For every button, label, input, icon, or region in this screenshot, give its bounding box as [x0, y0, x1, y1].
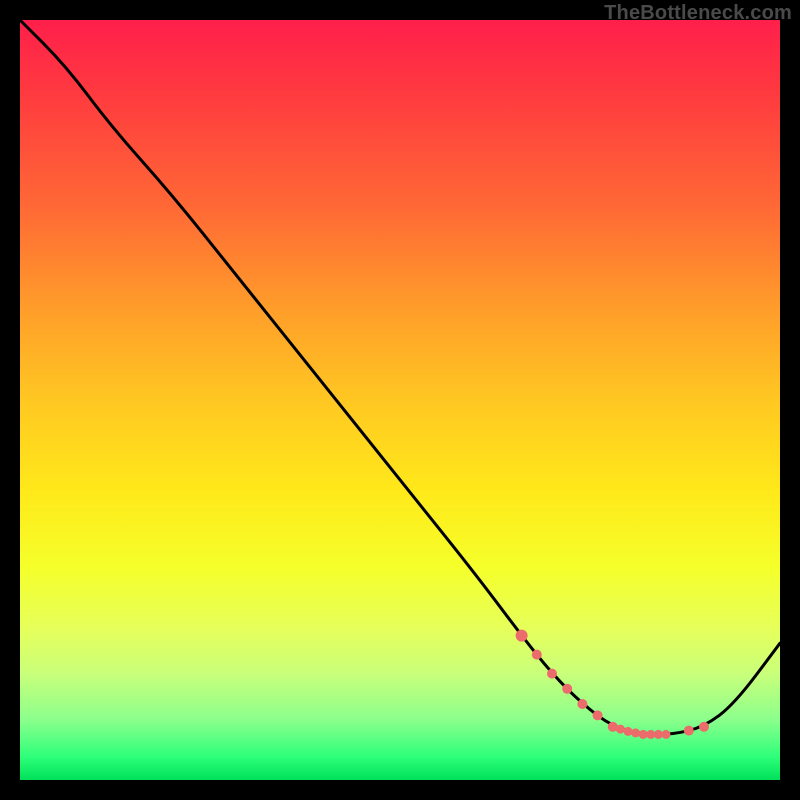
chart-marker — [684, 726, 694, 736]
chart-markers — [516, 630, 709, 739]
chart-marker — [662, 730, 671, 739]
chart-container: TheBottleneck.com — [0, 0, 800, 800]
chart-marker — [616, 725, 625, 734]
chart-marker — [532, 650, 542, 660]
plot-area — [20, 20, 780, 780]
chart-marker — [516, 630, 528, 642]
chart-marker — [624, 727, 633, 736]
chart-marker — [547, 669, 557, 679]
chart-marker — [631, 728, 640, 737]
chart-marker — [577, 699, 587, 709]
chart-marker — [593, 710, 603, 720]
chart-svg — [20, 20, 780, 780]
chart-marker — [699, 722, 709, 732]
chart-line — [20, 20, 780, 734]
chart-marker — [562, 684, 572, 694]
